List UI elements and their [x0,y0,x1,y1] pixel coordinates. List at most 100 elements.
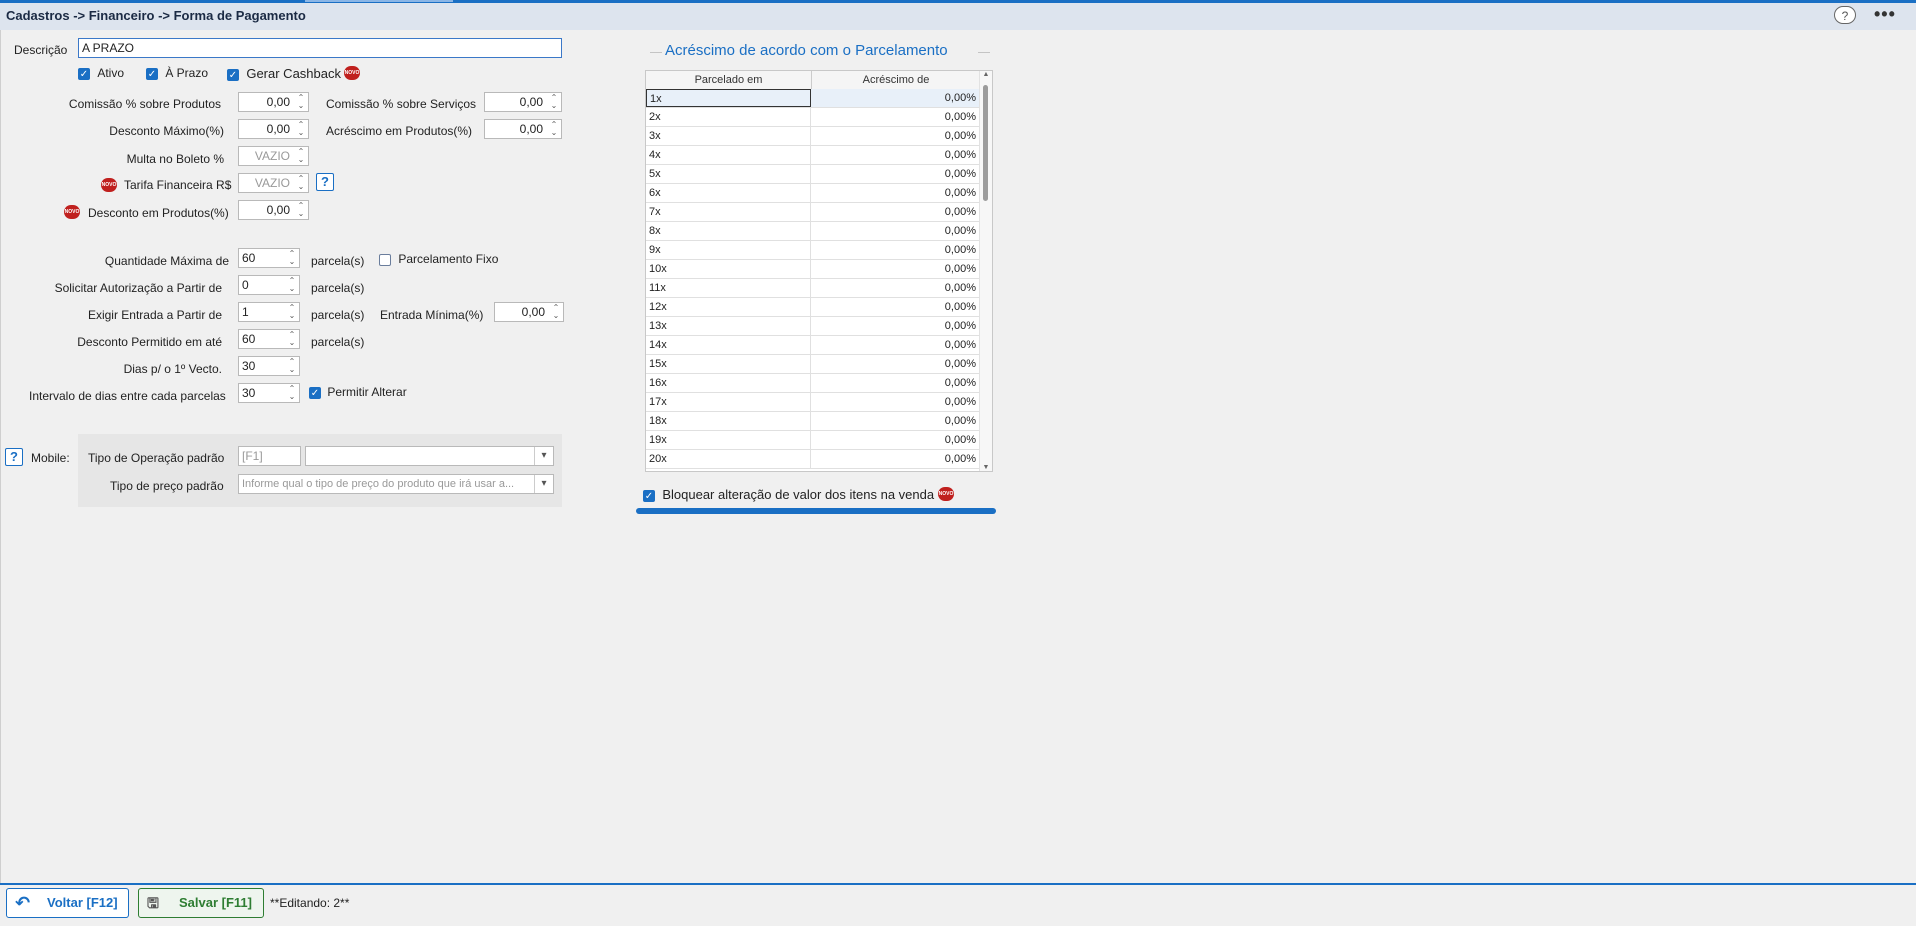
acrescimo-cell[interactable]: 0,00% [812,336,980,354]
mobile-help-icon[interactable]: ? [5,448,23,466]
acrescimo-cell[interactable]: 0,00% [812,108,980,126]
table-row[interactable]: 10x 0,00% [646,260,980,279]
acrescimo-cell[interactable]: 0,00% [812,393,980,411]
parcela-cell[interactable]: 18x [646,412,811,430]
table-row[interactable]: 12x 0,00% [646,298,980,317]
comissao-produtos-input[interactable]: 0,00 ⌃ ⌄ [238,92,309,112]
salvar-button[interactable]: 🖫 Salvar [F11] [138,888,264,918]
bloquear-checkbox[interactable]: ✓ Bloquear alteração de valor dos itens … [643,487,934,502]
acrescimo-cell[interactable]: 0,00% [812,279,980,297]
table-row[interactable]: 17x 0,00% [646,393,980,412]
acrescimo-cell[interactable]: 0,00% [812,165,980,183]
spinner-icon[interactable]: ⌃ ⌄ [287,385,297,401]
table-scrollbar[interactable]: ▲ ▼ [979,71,992,471]
intervalo-input[interactable]: 30 ⌃ ⌄ [238,383,300,403]
table-row[interactable]: 19x 0,00% [646,431,980,450]
tipo-operacao-select[interactable]: ▾ [305,446,554,466]
parcela-cell[interactable]: 10x [646,260,811,278]
tarifa-input[interactable]: VAZIO ⌃ ⌄ [238,173,309,193]
parcela-cell[interactable]: 9x [646,241,811,259]
parcelamento-fixo-checkbox[interactable]: Parcelamento Fixo [379,252,498,266]
parcela-cell[interactable]: 11x [646,279,811,297]
parcelamento-table[interactable]: Parcelado em Acréscimo de 1x 0,00% 2x 0,00%… [645,70,993,472]
parcela-cell[interactable]: 8x [646,222,811,240]
parcela-cell[interactable]: 20x [646,450,811,468]
qtd-maxima-input[interactable]: 60 ⌃ ⌄ [238,248,300,268]
solicitar-autorizacao-input[interactable]: 0 ⌃ ⌄ [238,275,300,295]
permitir-alterar-checkbox[interactable]: ✓ Permitir Alterar [309,385,407,399]
spinner-icon[interactable]: ⌃ ⌄ [287,304,297,320]
acrescimo-cell[interactable]: 0,00% [812,184,980,202]
question-circle-icon[interactable]: ? [1834,6,1856,24]
spinner-icon[interactable]: ⌃ ⌄ [549,94,559,110]
table-row[interactable]: 7x 0,00% [646,203,980,222]
table-row[interactable]: 16x 0,00% [646,374,980,393]
table-row[interactable]: 13x 0,00% [646,317,980,336]
spinner-icon[interactable]: ⌃ ⌄ [551,304,561,320]
multa-boleto-input[interactable]: VAZIO ⌃ ⌄ [238,146,309,166]
table-row[interactable]: 2x 0,00% [646,108,980,127]
tipo-preco-select[interactable]: Informe qual o tipo de preço do produto … [238,474,554,494]
spinner-icon[interactable]: ⌃ ⌄ [296,94,306,110]
parcela-cell[interactable]: 16x [646,374,811,392]
table-row[interactable]: 20x 0,00% [646,450,980,469]
parcela-cell[interactable]: 19x [646,431,811,449]
spinner-icon[interactable]: ⌃ ⌄ [296,148,306,164]
parcela-cell[interactable]: 4x [646,146,811,164]
table-row[interactable]: 5x 0,00% [646,165,980,184]
acrescimo-cell[interactable]: 0,00% [812,317,980,335]
acrescimo-produtos-input[interactable]: 0,00 ⌃ ⌄ [484,119,562,139]
table-row[interactable]: 11x 0,00% [646,279,980,298]
acrescimo-cell[interactable]: 0,00% [812,89,980,107]
spinner-icon[interactable]: ⌃ ⌄ [549,121,559,137]
parcela-cell[interactable]: 13x [646,317,811,335]
table-row[interactable]: 14x 0,00% [646,336,980,355]
aprazo-checkbox[interactable]: ✓ À Prazo [146,66,208,80]
exigir-entrada-input[interactable]: 1 ⌃ ⌄ [238,302,300,322]
spinner-icon[interactable]: ⌃ ⌄ [296,121,306,137]
acrescimo-cell[interactable]: 0,00% [812,298,980,316]
acrescimo-cell[interactable]: 0,00% [812,431,980,449]
acrescimo-cell[interactable]: 0,00% [812,412,980,430]
spinner-icon[interactable]: ⌃ ⌄ [296,175,306,191]
acrescimo-cell[interactable]: 0,00% [812,450,980,468]
parcela-cell[interactable]: 2x [646,108,811,126]
table-row[interactable]: 15x 0,00% [646,355,980,374]
gerar-cashback-checkbox[interactable]: ✓ Gerar Cashback [227,66,341,81]
table-row[interactable]: 1x 0,00% [646,89,980,108]
parcela-cell[interactable]: 1x [646,89,811,107]
parcela-cell[interactable]: 3x [646,127,811,145]
entrada-minima-input[interactable]: 0,00 ⌃ ⌄ [494,302,564,322]
acrescimo-cell[interactable]: 0,00% [812,260,980,278]
acrescimo-cell[interactable]: 0,00% [812,203,980,221]
parcela-cell[interactable]: 14x [646,336,811,354]
spinner-icon[interactable]: ⌃ ⌄ [296,202,306,218]
desconto-maximo-input[interactable]: 0,00 ⌃ ⌄ [238,119,309,139]
scroll-up-icon[interactable]: ▲ [980,71,992,78]
desconto-permitido-input[interactable]: 60 ⌃ ⌄ [238,329,300,349]
tarifa-help-icon[interactable]: ? [316,173,334,191]
acrescimo-cell[interactable]: 0,00% [812,374,980,392]
desconto-produtos-input[interactable]: 0,00 ⌃ ⌄ [238,200,309,220]
acrescimo-cell[interactable]: 0,00% [812,355,980,373]
table-row[interactable]: 9x 0,00% [646,241,980,260]
tipo-operacao-code-input[interactable]: [F1] [238,446,301,466]
parcela-cell[interactable]: 6x [646,184,811,202]
parcela-cell[interactable]: 7x [646,203,811,221]
ativo-checkbox[interactable]: ✓ Ativo [78,66,124,80]
chevron-down-icon[interactable]: ▾ [534,475,553,493]
dias-vecto-input[interactable]: 30 ⌃ ⌄ [238,356,300,376]
acrescimo-cell[interactable]: 0,00% [812,222,980,240]
comissao-servicos-input[interactable]: 0,00 ⌃ ⌄ [484,92,562,112]
table-row[interactable]: 4x 0,00% [646,146,980,165]
acrescimo-cell[interactable]: 0,00% [812,127,980,145]
spinner-icon[interactable]: ⌃ ⌄ [287,277,297,293]
acrescimo-cell[interactable]: 0,00% [812,146,980,164]
scroll-thumb[interactable] [983,85,988,201]
parcela-cell[interactable]: 17x [646,393,811,411]
parcela-cell[interactable]: 15x [646,355,811,373]
table-row[interactable]: 18x 0,00% [646,412,980,431]
parcela-cell[interactable]: 5x [646,165,811,183]
scroll-down-icon[interactable]: ▼ [980,464,992,471]
table-row[interactable]: 3x 0,00% [646,127,980,146]
